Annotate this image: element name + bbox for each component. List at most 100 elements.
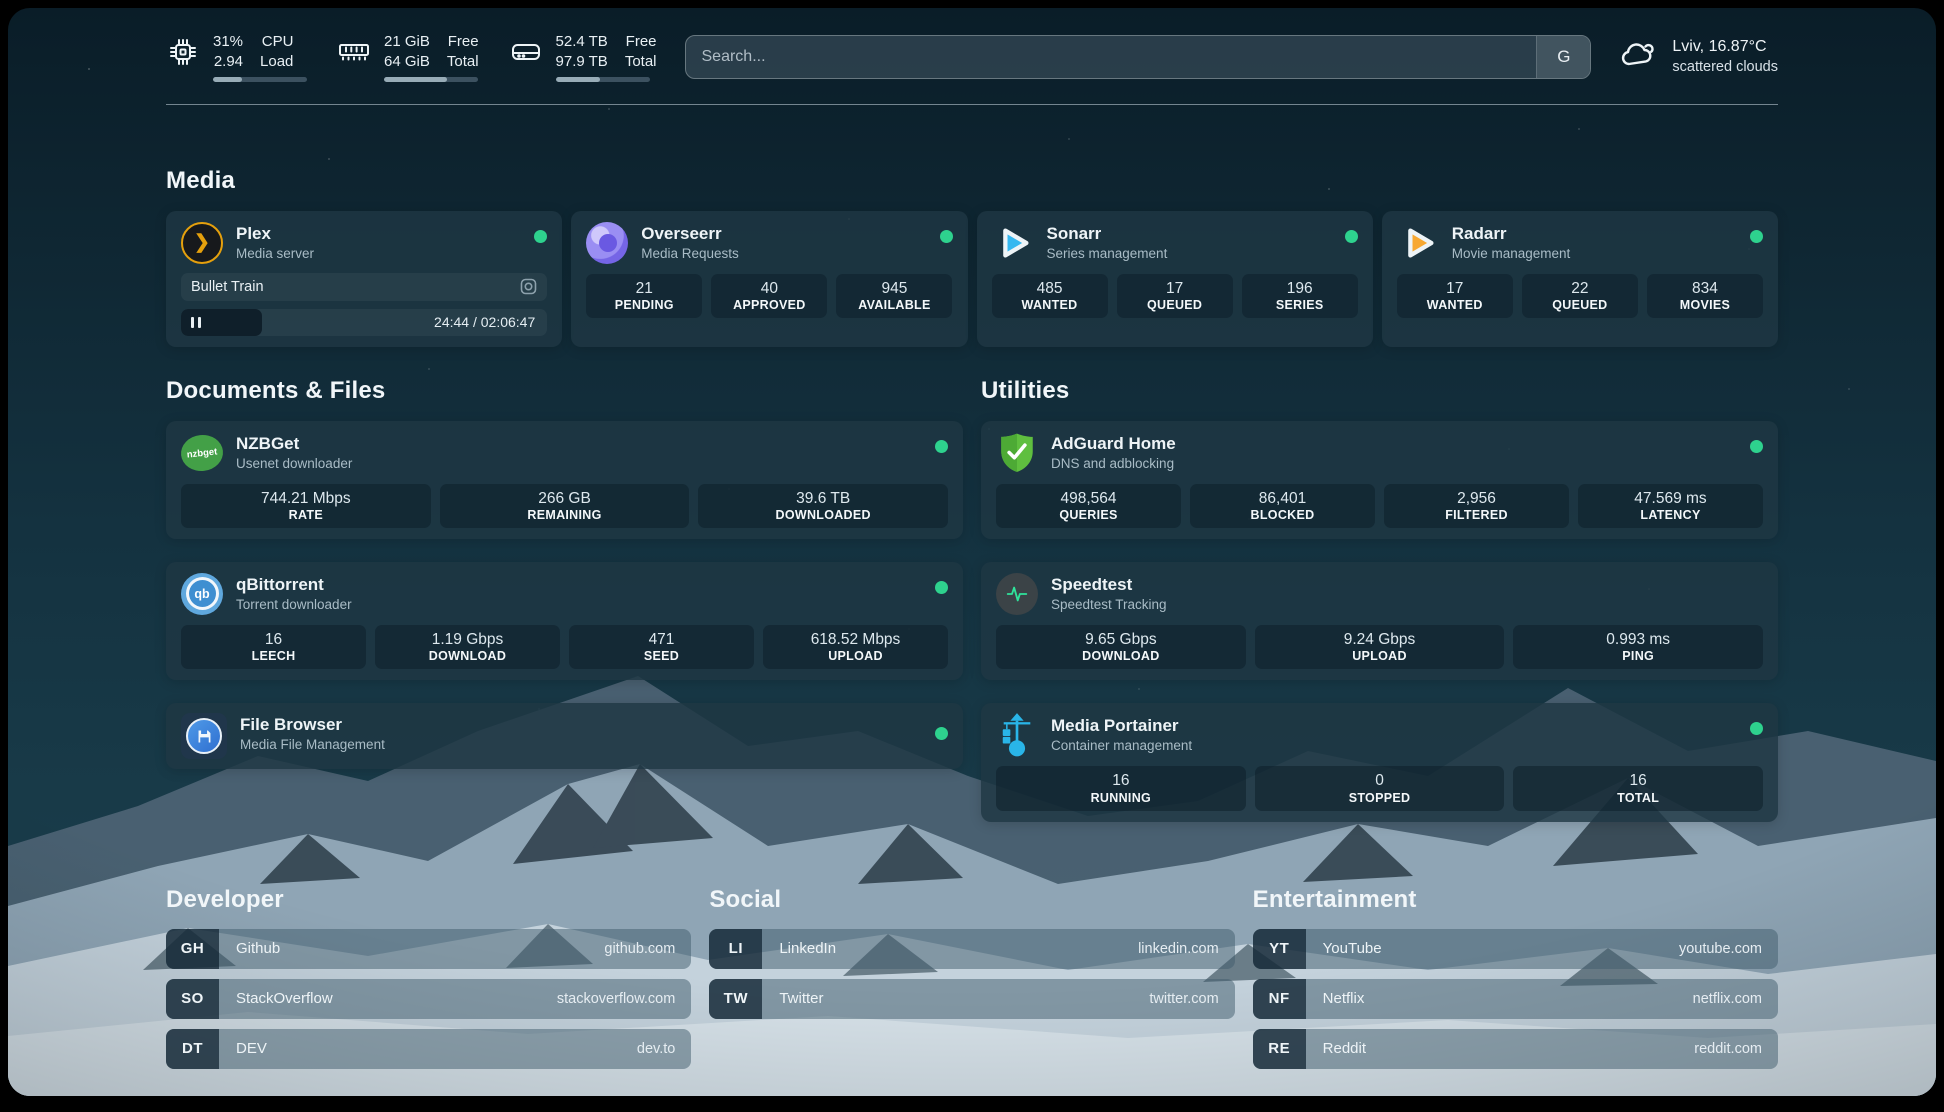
utilities-column: Utilities [981,377,1778,822]
stat-box: 9.24 Gbps UPLOAD [1255,625,1505,669]
app-card-adguard[interactable]: AdGuard Home DNS and adblocking 498,564 … [981,421,1778,539]
disk-free-value: 52.4 TB [556,32,608,52]
app-card-nzbget[interactable]: nzbget NZBGet Usenet downloader 744.21 M… [166,421,963,539]
disk-widget: 52.4 TB 97.9 TB Free Total [509,32,657,82]
app-subtitle: Container management [1051,737,1192,755]
app-subtitle: Torrent downloader [236,596,352,614]
link-abbr-badge: GH [166,929,219,969]
status-online-dot [1345,230,1358,243]
playback-time: 24:44 / 02:06:47 [434,314,547,330]
link-row-dev[interactable]: DT DEV dev.to [166,1029,691,1069]
status-online-dot [935,440,948,453]
portainer-crane-icon [996,714,1038,756]
links-column-social: Social LI LinkedIn linkedin.com TW Twitt… [709,886,1234,1069]
app-card-filebrowser[interactable]: File Browser Media File Management [166,703,963,769]
search-bar: G [685,35,1592,79]
sonarr-icon [992,222,1034,264]
section-title-utilities: Utilities [981,377,1778,405]
link-abbr-badge: NF [1253,979,1306,1019]
stat-box: 16 RUNNING [996,766,1246,810]
now-playing-title: Bullet Train [191,279,264,295]
link-abbr-badge: TW [709,979,762,1019]
app-subtitle: Series management [1047,245,1168,263]
plex-playback-progress: 24:44 / 02:06:47 [181,309,547,336]
app-card-sonarr[interactable]: Sonarr Series management 485 WANTED 17 Q… [977,211,1373,347]
status-online-dot [534,230,547,243]
section-title-social: Social [709,886,1234,914]
status-online-dot [940,230,953,243]
link-abbr-badge: DT [166,1029,219,1069]
app-name: AdGuard Home [1051,433,1176,455]
search-input[interactable] [686,36,1537,78]
status-online-dot [1750,722,1763,735]
status-online-dot [935,581,948,594]
app-name: Media Portainer [1051,715,1192,737]
link-row-github[interactable]: GH Github github.com [166,929,691,969]
link-abbr-badge: YT [1253,929,1306,969]
stat-box: 86,401 BLOCKED [1190,484,1375,528]
disk-icon [509,35,543,69]
status-online-dot [1750,440,1763,453]
stat-box: 16 TOTAL [1513,766,1763,810]
link-row-youtube[interactable]: YT YouTube youtube.com [1253,929,1778,969]
app-subtitle: DNS and adblocking [1051,455,1176,473]
app-card-overseerr[interactable]: Overseerr Media Requests 21 PENDING 40 A… [571,211,967,347]
link-row-netflix[interactable]: NF Netflix netflix.com [1253,979,1778,1019]
stat-box: 498,564 QUERIES [996,484,1181,528]
nzbget-icon: nzbget [181,432,223,474]
ram-icon [337,35,371,69]
stat-box: 39.6 TB DOWNLOADED [698,484,948,528]
app-subtitle: Speedtest Tracking [1051,596,1167,614]
section-title-developer: Developer [166,886,691,914]
stat-box: 945 AVAILABLE [836,274,952,318]
link-abbr-badge: SO [166,979,219,1019]
system-stats: 31% 2.94 CPU Load [166,32,657,82]
stat-box: 485 WANTED [992,274,1108,318]
memory-widget: 21 GiB 64 GiB Free Total [337,32,479,82]
section-title-media: Media [166,167,1778,195]
app-name: NZBGet [236,433,352,455]
plex-icon: ❯ [181,222,223,264]
radarr-icon [1397,222,1439,264]
stat-box: 17 QUEUED [1117,274,1233,318]
link-row-reddit[interactable]: RE Reddit reddit.com [1253,1029,1778,1069]
link-row-twitter[interactable]: TW Twitter twitter.com [709,979,1234,1019]
weather-condition: scattered clouds [1672,58,1778,78]
adguard-shield-icon [996,432,1038,474]
weather-location-temp: Lviv, 16.87°C [1672,36,1778,58]
stat-box: 618.52 Mbps UPLOAD [763,625,948,669]
link-abbr-badge: RE [1253,1029,1306,1069]
cpu-usage-value: 31% [213,32,243,52]
cpu-progress-bar [213,77,307,82]
media-type-icon [520,278,537,295]
link-row-linkedin[interactable]: LI LinkedIn linkedin.com [709,929,1234,969]
pause-icon[interactable] [191,317,201,328]
qbittorrent-icon: qb [181,573,223,615]
app-card-portainer[interactable]: Media Portainer Container management 16 … [981,703,1778,821]
cpu-load-value: 2.94 [213,52,243,72]
app-name: Speedtest [1051,574,1167,596]
cpu-icon [166,35,200,69]
search-engine-button[interactable]: G [1536,36,1590,78]
section-title-entertainment: Entertainment [1253,886,1778,914]
documents-column: Documents & Files nzbget NZBGet Usenet d… [166,377,963,822]
filebrowser-icon [181,713,227,759]
app-name: Sonarr [1047,223,1168,245]
weather-widget[interactable]: Lviv, 16.87°C scattered clouds [1619,36,1778,77]
app-name: File Browser [240,714,385,736]
app-subtitle: Media Requests [641,245,739,263]
app-card-radarr[interactable]: Radarr Movie management 17 WANTED 22 QUE… [1382,211,1778,347]
app-card-speedtest[interactable]: Speedtest Speedtest Tracking 9.65 Gbps D… [981,562,1778,680]
app-subtitle: Movie management [1452,245,1571,263]
link-row-stackoverflow[interactable]: SO StackOverflow stackoverflow.com [166,979,691,1019]
app-card-qbittorrent[interactable]: qb qBittorrent Torrent downloader 16 [166,562,963,680]
section-title-documents: Documents & Files [166,377,963,405]
disk-total-value: 97.9 TB [556,52,608,72]
dashboard-window: 31% 2.94 CPU Load [8,8,1936,1096]
cpu-load-label: Load [260,52,293,72]
app-card-plex[interactable]: ❯ Plex Media server Bullet Train [166,211,562,347]
app-name: Overseerr [641,223,739,245]
cloud-icon [1619,39,1659,74]
stat-box: 1.19 Gbps DOWNLOAD [375,625,560,669]
stat-box: 40 APPROVED [711,274,827,318]
